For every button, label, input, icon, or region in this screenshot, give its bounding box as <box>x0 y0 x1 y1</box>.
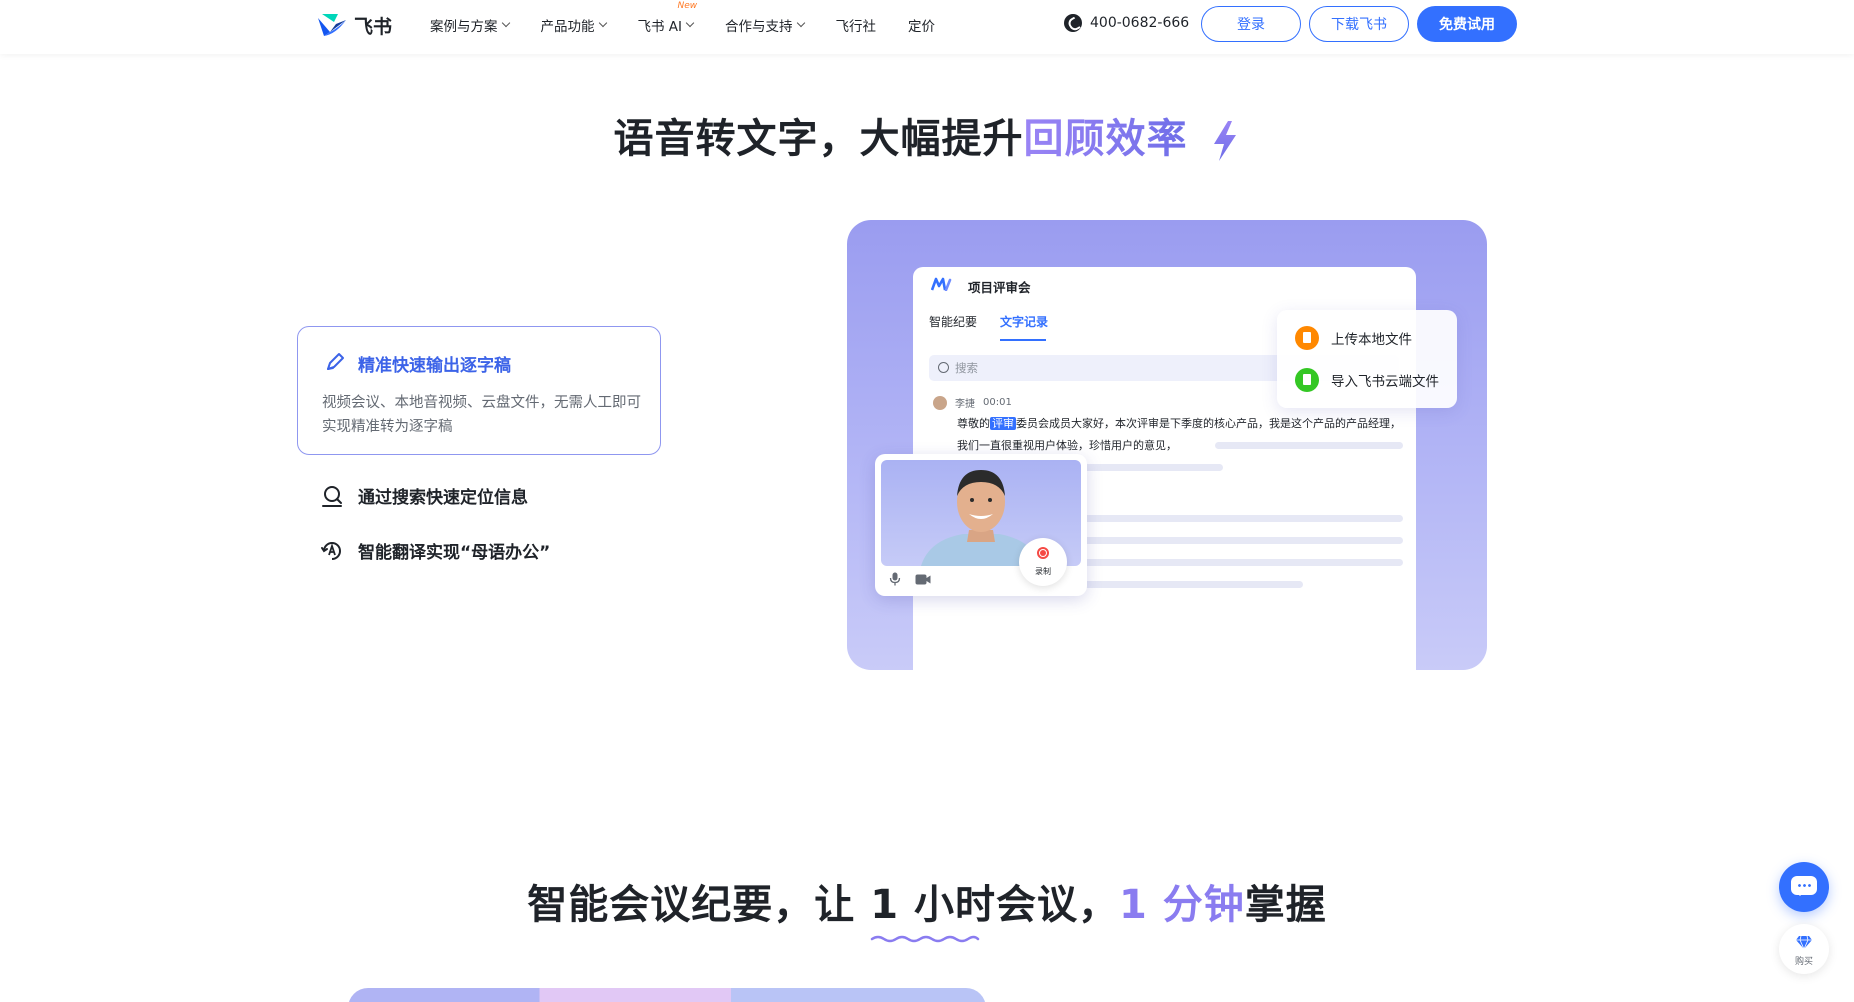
speaker-info: 李捷 00:01 <box>933 395 1012 410</box>
feishu-logo[interactable]: 飞书 <box>316 10 392 40</box>
title-highlight: 回顾效率 <box>1023 116 1188 162</box>
video-call-card: 录制 <box>875 454 1087 596</box>
diamond-icon <box>1796 935 1812 949</box>
tab-transcript[interactable]: 文字记录 <box>1000 313 1048 330</box>
feature-item-translate[interactable]: 智能翻译实现“母语办公” <box>320 538 550 563</box>
option-label: 导入飞书云端文件 <box>1331 374 1439 390</box>
nav-label: 产品功能 <box>540 19 595 35</box>
speaker-timestamp: 00:01 <box>983 397 1012 408</box>
minutes-logo-icon <box>931 277 952 291</box>
chevron-down-icon <box>685 18 695 28</box>
title-part: ， <box>1077 882 1119 928</box>
pen-icon <box>327 353 344 370</box>
chat-dots <box>1797 884 1811 887</box>
section-title-transcription: 语音转文字，大幅提升回顾效率 <box>0 106 1854 164</box>
search-placeholder: 搜索 <box>955 361 978 375</box>
buy-label: 购买 <box>1794 957 1813 967</box>
nav-partnership-support[interactable]: 合作与支持 <box>725 15 805 35</box>
transcript-text: 尊敬的 评审 委员会成员大家好，本次评审是下季度的核心产品，我是这个产品的产品经理，… <box>957 413 1403 457</box>
section-title-smart-minutes: 智能会议纪要，让 1 小时会议 ，1 分钟掌握 <box>0 872 1854 943</box>
logo-text: 飞书 <box>354 15 393 38</box>
nav-label: 案例与方案 <box>430 19 498 35</box>
free-trial-button[interactable]: 免费试用 <box>1417 6 1517 42</box>
import-cloud-file-option[interactable]: 导入飞书云端文件 <box>1295 368 1439 392</box>
hotline-number: 400-0682-666 <box>1090 15 1190 31</box>
nav-label: 定价 <box>908 19 936 35</box>
hotline[interactable]: 400-0682-666 <box>1064 14 1189 32</box>
nav-label: 飞书 AI <box>637 19 683 35</box>
login-button[interactable]: 登录 <box>1201 6 1301 42</box>
title-plain: 语音转文字，大幅提升 <box>613 116 1024 162</box>
active-tab-indicator <box>1000 339 1046 341</box>
cloud-file-icon <box>1295 368 1319 392</box>
search-icon <box>938 362 949 373</box>
nav-label: 飞行社 <box>835 19 877 35</box>
placeholder-line <box>1083 464 1223 471</box>
lightning-icon <box>1214 121 1237 161</box>
placeholder-line <box>1083 537 1403 544</box>
top-navigation-bar: 飞书 案例与方案 产品功能 New 飞书 AI 合作与支持 飞行社 定价 400… <box>0 0 1854 54</box>
title-part: 智能会议纪要，让 <box>527 882 871 928</box>
nav-label: 合作与支持 <box>725 19 793 35</box>
nav-feishu-ai[interactable]: New 飞书 AI <box>637 1 698 35</box>
chevron-down-icon <box>501 18 510 28</box>
search-person-icon <box>322 485 342 507</box>
new-badge: New <box>677 1 698 11</box>
transcription-showcase: 项目评审会 智能纪要 文字记录 搜索 李捷 00:01 尊敬的 评审 委员会成员大家… <box>847 220 1487 670</box>
feature-label: 通过搜索快速定位信息 <box>358 488 528 508</box>
next-section-showcase <box>348 988 986 1002</box>
customer-service-button[interactable] <box>1779 862 1829 912</box>
placeholder-line <box>1083 515 1403 522</box>
underlined-text: 1 小时会议 <box>870 882 1078 928</box>
tab-smart-minutes[interactable]: 智能纪要 <box>929 313 977 330</box>
record-icon <box>1037 547 1049 559</box>
placeholder-line <box>1083 581 1303 588</box>
chevron-down-icon <box>598 18 607 28</box>
option-label: 上传本地文件 <box>1331 332 1412 348</box>
feature-title: 精准快速输出逐字稿 <box>358 356 511 376</box>
underlined-phrase: 1 小时会议 <box>870 872 1078 943</box>
buy-button[interactable]: 购买 <box>1779 924 1829 974</box>
feature-description: 视频会议、本地音视频、云盘文件，无需人工即可实现精准转为逐字稿 <box>322 395 641 435</box>
placeholder-line <box>1083 559 1403 566</box>
feishu-logo-icon <box>318 14 346 36</box>
phone-icon <box>1064 14 1082 32</box>
main-nav: 案例与方案 产品功能 New 飞书 AI 合作与支持 飞行社 定价 <box>430 0 967 50</box>
record-button[interactable]: 录制 <box>1019 538 1067 586</box>
nav-product-features[interactable]: 产品功能 <box>540 15 607 35</box>
speaker-name: 李捷 <box>955 399 975 410</box>
avatar <box>933 395 947 410</box>
title-part: 掌握 <box>1244 882 1327 928</box>
transcript-search-hit: 评审 <box>990 417 1016 430</box>
import-options-card: 上传本地文件 导入飞书云端文件 <box>1277 310 1457 408</box>
feature-card-transcript[interactable]: 精准快速输出逐字稿 视频会议、本地音视频、云盘文件，无需人工即可实现精准转为逐字… <box>297 326 661 455</box>
feature-label: 智能翻译实现“母语办公” <box>358 543 551 563</box>
microphone-icon[interactable] <box>889 572 901 586</box>
upload-local-file-option[interactable]: 上传本地文件 <box>1295 326 1412 350</box>
local-file-icon <box>1295 326 1319 350</box>
nav-feixingshe[interactable]: 飞行社 <box>836 15 877 35</box>
download-button[interactable]: 下载飞书 <box>1309 6 1409 42</box>
wavy-underline <box>870 935 980 943</box>
window-title: 项目评审会 <box>968 280 1031 295</box>
camera-icon[interactable] <box>915 574 931 585</box>
translate-icon <box>321 541 341 560</box>
chevron-down-icon <box>796 18 805 28</box>
transcript-pre: 尊敬的 <box>957 417 990 430</box>
nav-cases-solutions[interactable]: 案例与方案 <box>430 15 510 35</box>
title-highlight: 1 分钟 <box>1118 882 1245 928</box>
feature-item-search[interactable]: 通过搜索快速定位信息 <box>320 483 528 508</box>
placeholder-line <box>1215 442 1403 449</box>
record-label: 录制 <box>1035 567 1051 576</box>
nav-pricing[interactable]: 定价 <box>908 15 935 35</box>
